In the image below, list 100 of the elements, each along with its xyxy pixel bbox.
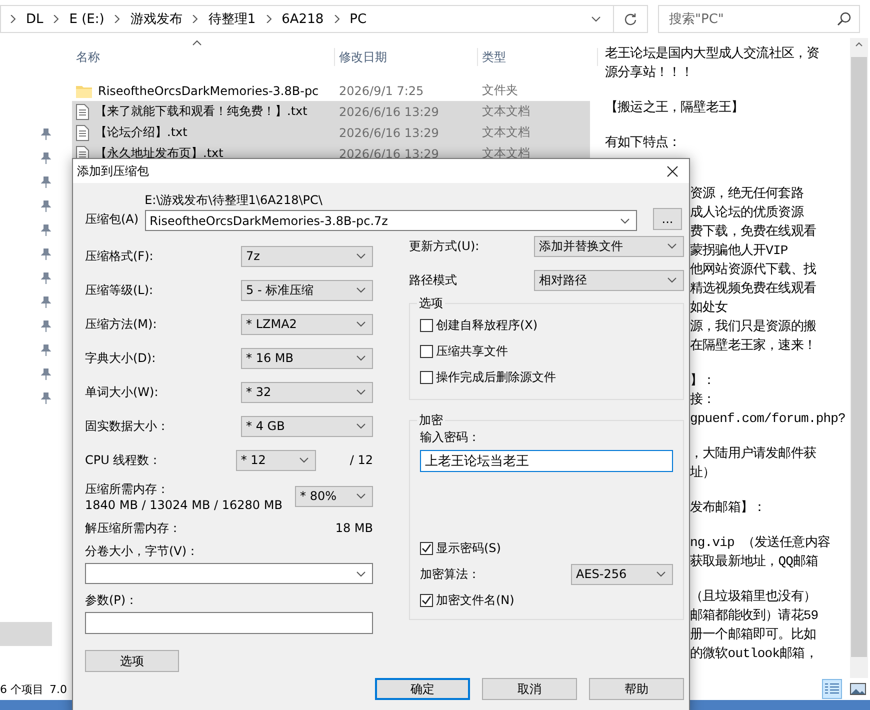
pin-icon[interactable] [41,248,51,260]
search-field[interactable]: 搜索"PC" [667,10,833,28]
scroll-thumb[interactable] [851,57,867,657]
pin-icon[interactable] [41,320,51,332]
column-header[interactable]: 类型 [478,48,598,66]
chevron-right-icon [332,15,341,23]
preview-text: 他网站资源代下载、找 [690,261,818,279]
field-label: 加密算法： [420,566,480,582]
dropdown[interactable]: 添加并替换文件 [534,236,684,256]
file-type: 文本文档 [481,124,531,141]
pin-icon[interactable] [41,368,51,380]
pin-icon[interactable] [41,128,51,140]
modified-date: 2026/9/1 7:25 [338,84,425,98]
dropdown[interactable]: * 80% [295,486,373,506]
field-label: 压缩等级(L): [85,282,154,298]
breadcrumb[interactable]: 待整理1 [208,10,256,28]
pin-icon[interactable] [41,272,51,284]
parameters-field[interactable] [85,612,373,634]
breadcrumb[interactable]: E (E:) [69,12,104,26]
file-name: 【来了就能下载和观看！纯免费！】.txt [95,103,308,120]
text-file-icon [76,124,89,140]
refresh-icon[interactable] [624,12,637,26]
field-label: 压缩包(A) [85,211,139,228]
dropdown[interactable]: * 16 MB [241,348,373,368]
preview-text: 费下载，免费在线观看 [690,223,818,241]
field-label: 解压缩所需内存： [85,520,181,536]
file-row[interactable]: RiseoftheOrcsDarkMemories-3.8B-pc 2026/9/1 7:25 文件夹 [72,80,590,101]
checkbox[interactable]: 加密文件名(N) [420,587,673,613]
checkbox[interactable]: 操作完成后删除源文件 [420,364,673,390]
archive-name-field[interactable]: RiseoftheOrcsDarkMemories-3.8B-pc.7z [144,210,637,231]
breadcrumb[interactable]: 6A218 [282,12,324,26]
chevron-down-icon [356,321,366,327]
scroll-up-icon[interactable] [855,42,863,47]
text-file-icon [76,104,89,120]
dialog-button[interactable]: 取消 [482,678,577,700]
group-title: 选项 [417,295,445,312]
pin-icon[interactable] [41,392,51,404]
preview-text: 获取最新地址，QQ邮箱 [690,553,820,571]
selection-size: 7.0 [50,682,67,696]
chevron-down-icon [667,243,677,249]
preview-text: 源，我们只是资源的搬 [690,318,818,336]
field-label: 压缩方法(M): [85,316,157,332]
preview-text: 邮箱都能收到）请花59 [690,607,820,625]
pin-icon[interactable] [41,344,51,356]
preview-text: 】： [690,372,716,390]
preview-text: 册一个邮箱即可。比如 [690,626,818,644]
list-icon [825,683,839,695]
pin-icon[interactable] [41,296,51,308]
folder-icon [76,84,92,98]
preview-text: 成人论坛的优质资源 [690,204,805,222]
scrollbar[interactable] [850,38,868,678]
field-label: 更新方式(U): [409,238,480,254]
memory-usage: 18 MB [335,521,373,535]
preview-text: 接： [690,391,716,409]
field-label: 单词大小(W): [85,384,158,400]
pin-icon[interactable] [41,224,51,236]
preview-text: 资源，绝无任何套路 [690,185,804,203]
pin-icon[interactable] [41,176,51,188]
file-row[interactable]: 【论坛介绍】.txt 2026/6/16 13:29 文本文档 [72,122,590,143]
details-view-button[interactable] [822,679,842,699]
password-field[interactable]: 上老王论坛当老王 [420,450,673,472]
search-bar[interactable]: 搜索"PC" [658,5,860,33]
dropdown[interactable]: * 4 GB [241,416,373,436]
address-bar[interactable]: DL E (E:) 游戏发布 待整理1 6A218 PC [0,5,648,33]
dialog-button[interactable]: 确定 [375,678,470,700]
file-type: 文件夹 [481,82,519,99]
preview-text: 如处女 [690,299,729,317]
split-size-field[interactable] [85,563,373,584]
checkbox[interactable]: 创建自释放程序(X) [420,312,673,338]
preview-text: ，大陆用户请发邮件获 [690,445,818,463]
preview-text: 址） [690,464,716,482]
chevron-down-icon [356,287,366,293]
chevron-down-icon [356,253,366,259]
options-button[interactable]: 选项 [85,650,179,672]
dropdown[interactable]: 相对路径 [534,270,684,290]
dropdown[interactable]: 5 - 标准压缩 [241,280,373,300]
column-header[interactable]: 名称 [72,48,335,66]
checkbox[interactable]: 显示密码(S) [420,535,673,561]
dropdown[interactable]: 7z [241,246,373,266]
chevron-down-icon [356,423,366,429]
dropdown[interactable]: * LZMA2 [241,314,373,334]
chevron-down-icon [591,16,601,22]
browse-button[interactable]: ... [653,208,682,230]
pin-icon[interactable] [41,200,51,212]
breadcrumb[interactable]: 游戏发布 [130,10,182,28]
preview-text: （且垃圾箱里也没有） [690,588,818,606]
chevron-down-icon [656,571,666,577]
file-row[interactable]: 【来了就能下载和观看！纯免费！】.txt 2026/6/16 13:29 文本文档 [72,101,590,122]
field-label: 压缩格式(F): [85,248,154,264]
chevron-down-icon [667,277,677,283]
dropdown[interactable]: AES-256 [571,564,673,584]
breadcrumb[interactable]: PC [350,12,367,26]
picture-icon [850,683,866,695]
pin-icon[interactable] [41,152,51,164]
dropdown[interactable]: * 12 [236,450,316,470]
dropdown[interactable]: * 32 [241,382,373,402]
checkbox[interactable]: 压缩共享文件 [420,338,673,364]
dialog-button[interactable]: 帮助 [589,678,684,700]
breadcrumb[interactable]: DL [26,12,44,26]
column-header[interactable]: 修改日期 [335,48,478,66]
